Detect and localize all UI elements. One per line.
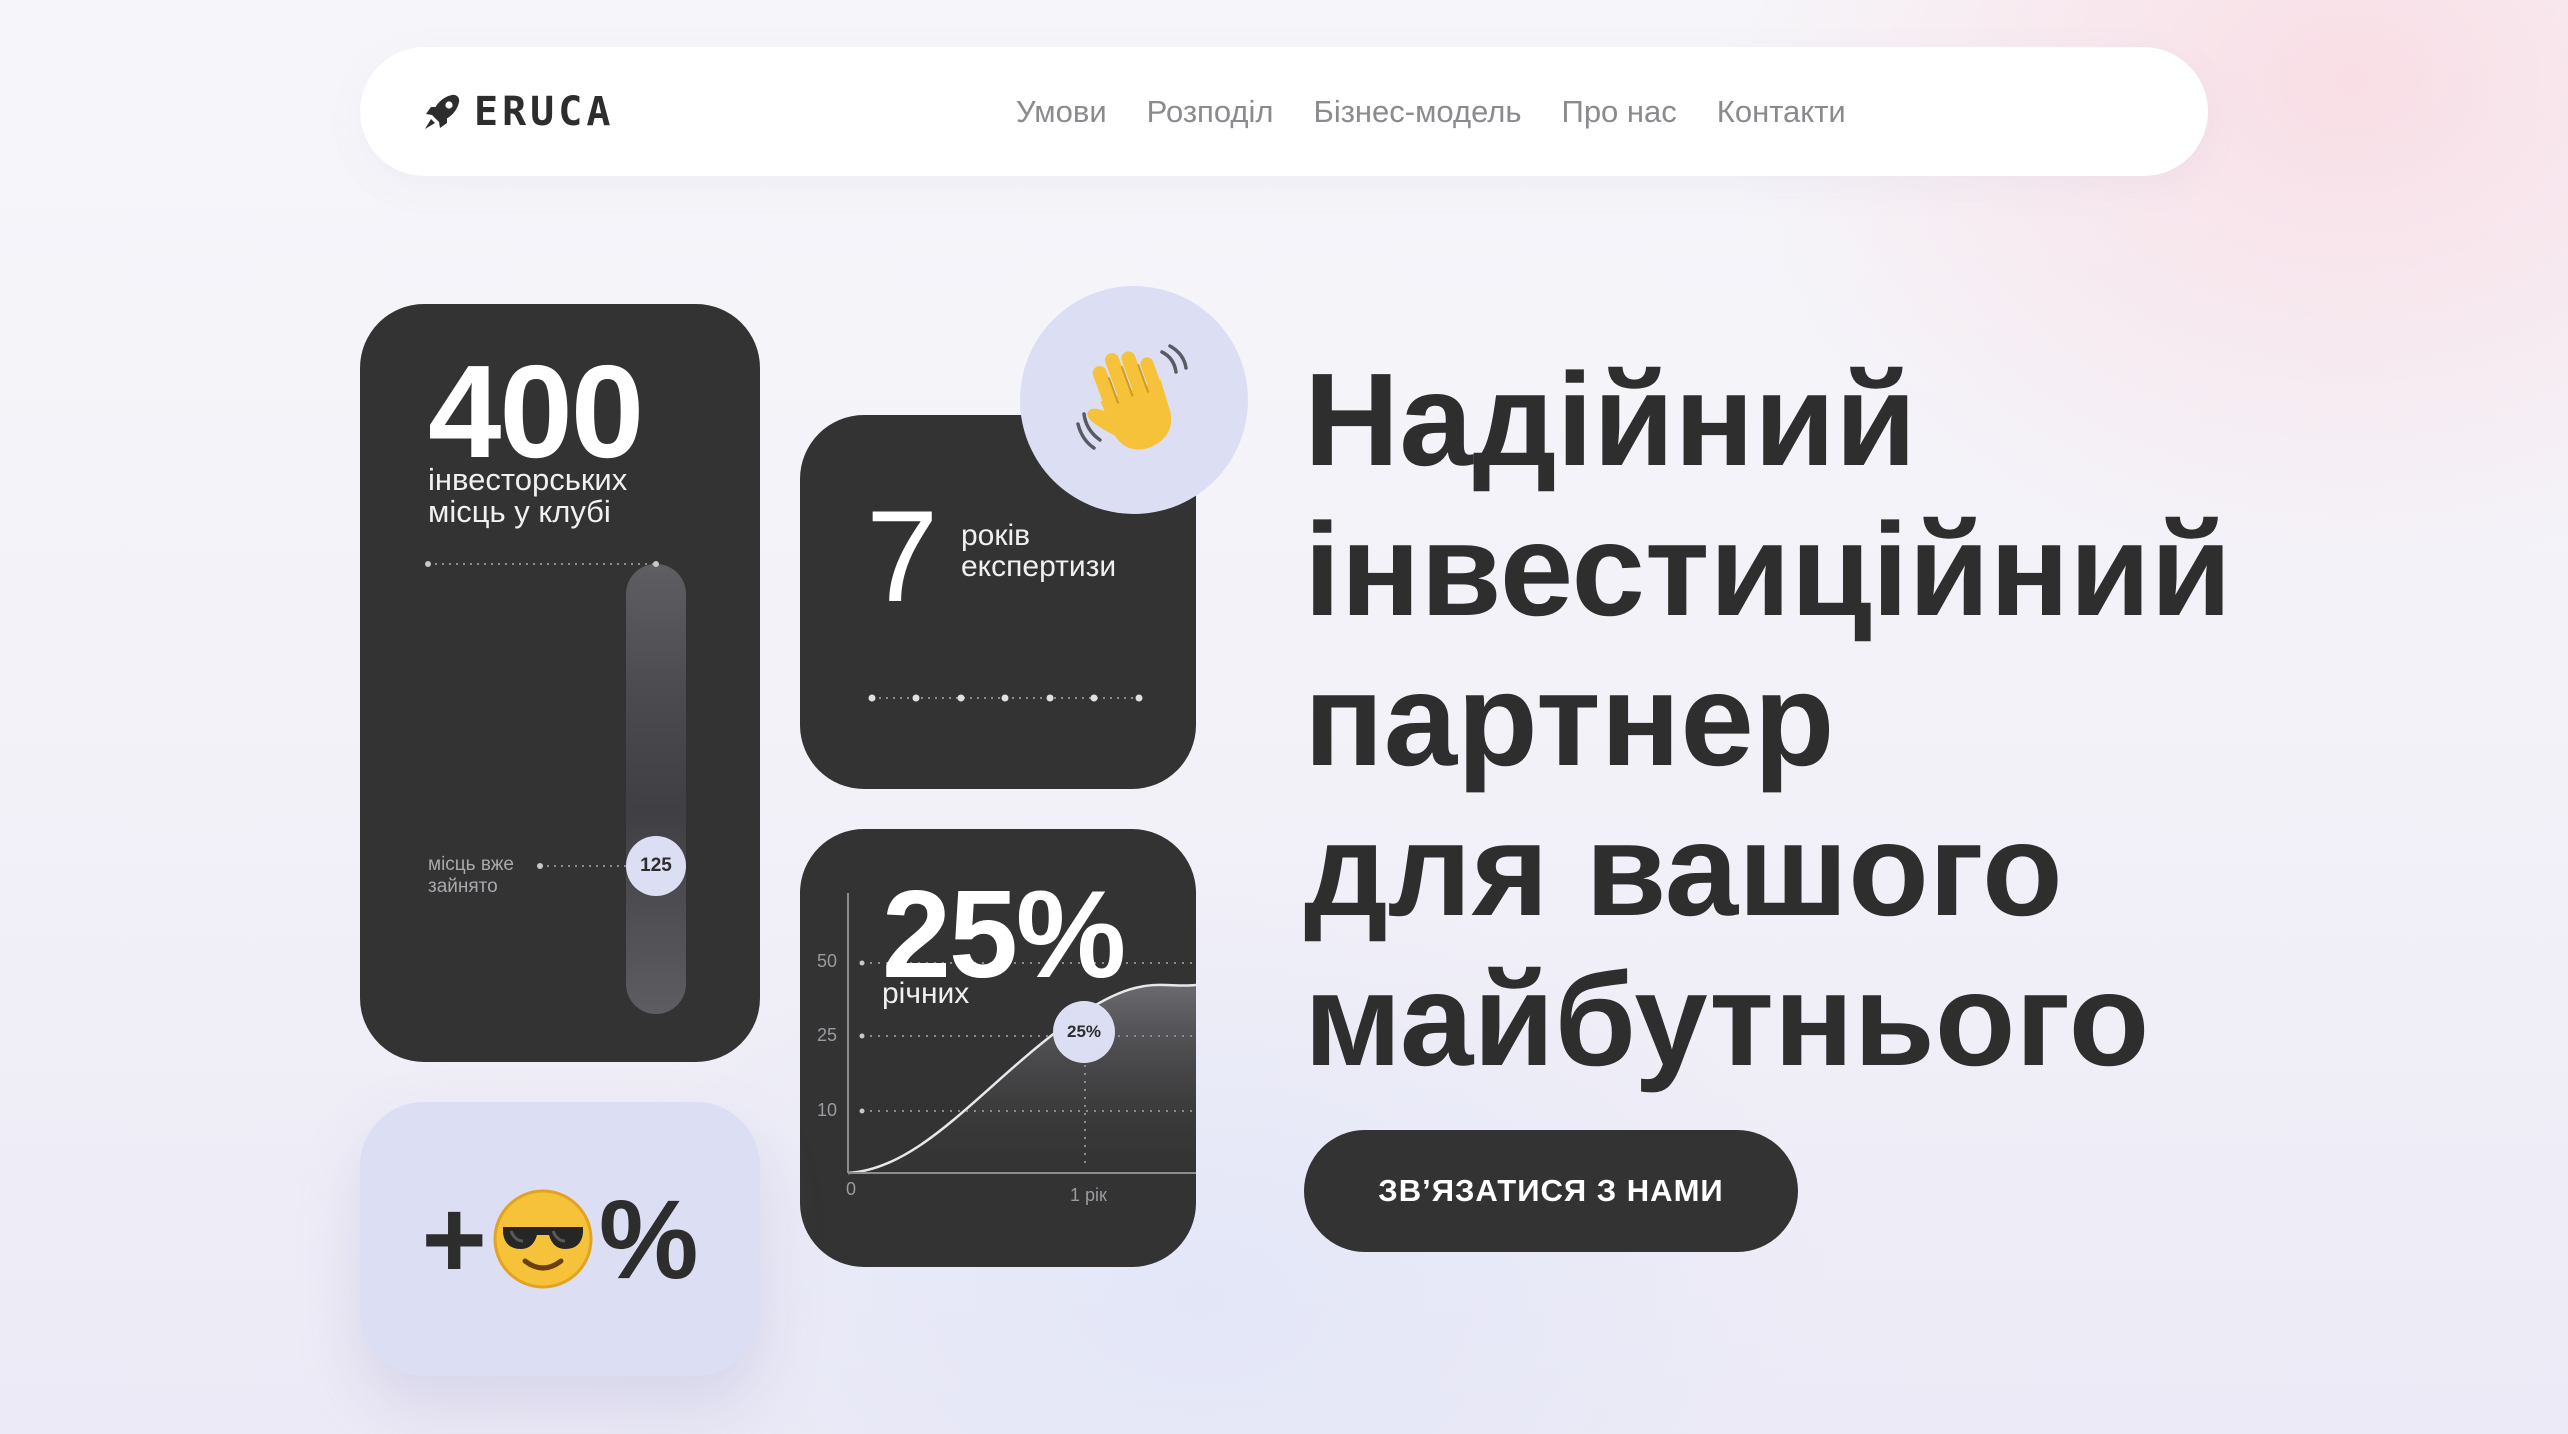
returns-card: 25% річних 50 25 10 0 1 рік 25% bbox=[800, 829, 1196, 1267]
hero-title-line-4: для вашого bbox=[1304, 796, 2063, 943]
brand-name: ERUCA bbox=[474, 89, 615, 135]
bonus-text: + % bbox=[422, 1175, 699, 1304]
returns-label: річних bbox=[882, 977, 970, 1010]
hero-title-line-2: інвестиційний bbox=[1304, 496, 2232, 643]
nav-links: Умови Розподіл Бізнес-модель Про нас Кон… bbox=[1016, 47, 1886, 176]
bonus-suffix: % bbox=[598, 1176, 699, 1302]
bonus-prefix: + bbox=[421, 1176, 487, 1302]
y-tick-10: 10 bbox=[817, 1100, 838, 1120]
nav-link-contacts[interactable]: Контакти bbox=[1717, 94, 1846, 130]
waving-hand-icon bbox=[1076, 344, 1188, 450]
top-navbar: ERUCA Умови Розподіл Бізнес-модель Про н… bbox=[360, 47, 2208, 176]
members-card: 400 інвесторських місць у клубі 125 місц… bbox=[360, 304, 760, 1062]
seats-guide-lines bbox=[425, 561, 659, 869]
nav-link-business-model[interactable]: Бізнес-модель bbox=[1313, 94, 1521, 130]
rocket-icon bbox=[425, 94, 460, 129]
contact-us-button[interactable]: ЗВ’ЯЗАТИСЯ З НАМИ bbox=[1304, 1130, 1798, 1252]
waving-hand-badge bbox=[1020, 286, 1248, 514]
x-tick-1-year: 1 рік bbox=[1070, 1185, 1107, 1205]
hero-title-line-1: Надійний bbox=[1304, 346, 1917, 493]
bonus-card: + % bbox=[360, 1102, 760, 1376]
nav-link-distribution[interactable]: Розподіл bbox=[1147, 94, 1274, 130]
nav-link-terms[interactable]: Умови bbox=[1016, 94, 1107, 130]
nav-link-about[interactable]: Про нас bbox=[1562, 94, 1677, 130]
returns-marker: 25% bbox=[1053, 1001, 1115, 1063]
x-tick-0: 0 bbox=[846, 1179, 857, 1199]
sunglasses-face-icon bbox=[493, 1189, 593, 1289]
y-tick-50: 50 bbox=[817, 951, 838, 971]
hero-title: Надійний інвестиційний партнер для вашог… bbox=[1304, 345, 2304, 1095]
seats-taken-knob: 125 bbox=[626, 836, 686, 896]
hero-title-line-3: партнер bbox=[1304, 646, 1835, 793]
brand-logo[interactable]: ERUCA bbox=[422, 87, 614, 137]
hero-title-line-5: майбутнього bbox=[1304, 946, 2150, 1093]
seats-taken-label: місць вже зайнято bbox=[428, 854, 515, 897]
y-tick-25: 25 bbox=[817, 1025, 838, 1045]
